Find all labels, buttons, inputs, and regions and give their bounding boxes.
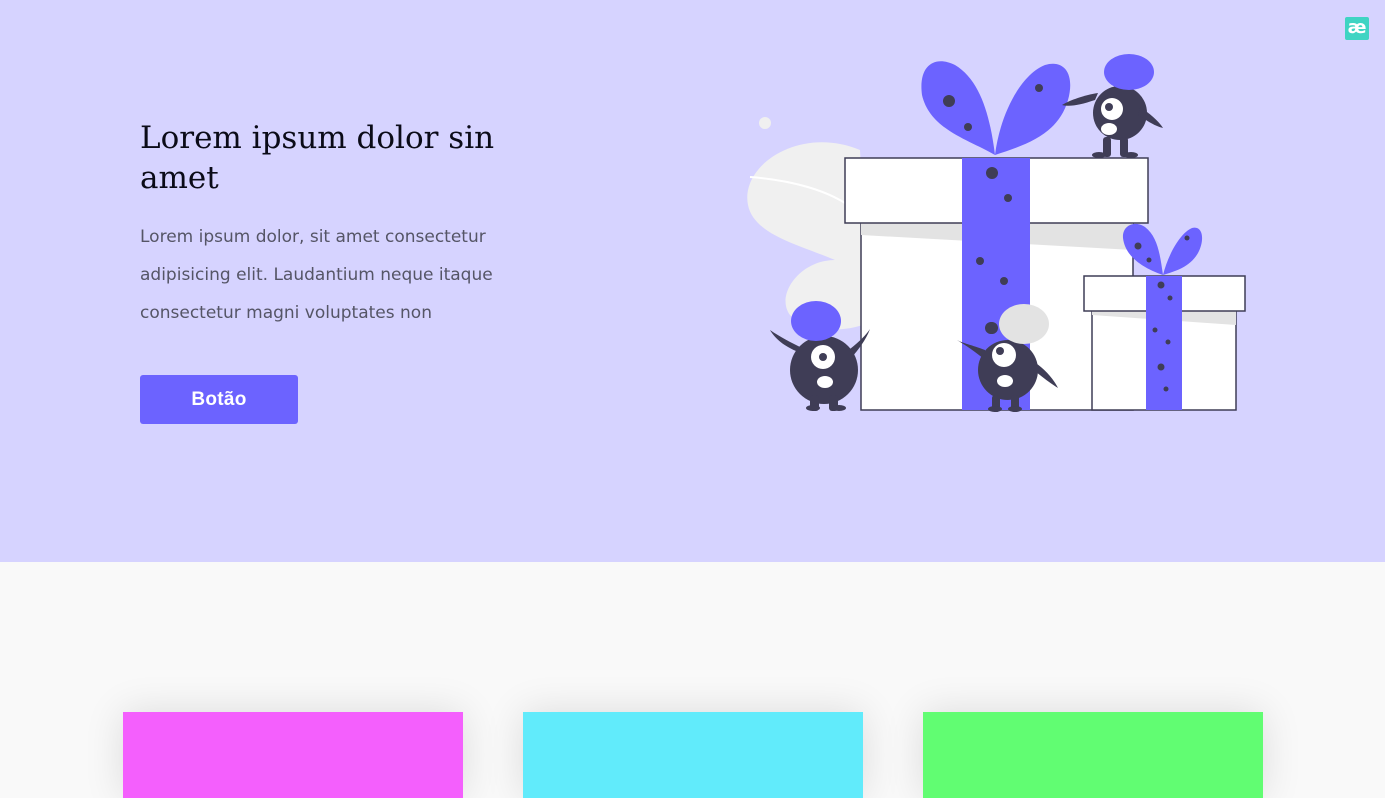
- feature-card-cyan[interactable]: [523, 712, 863, 798]
- feature-card-magenta[interactable]: [123, 712, 463, 798]
- brand-logo-icon[interactable]: æ: [1345, 17, 1369, 40]
- cards-section: [0, 562, 1385, 798]
- monster-top-right: [1062, 54, 1163, 158]
- hero-title: Lorem ipsum dolor sin amet: [140, 120, 495, 196]
- hero-text-block: Lorem ipsum dolor sin amet Lorem ipsum d…: [140, 118, 520, 332]
- feature-card-green[interactable]: [923, 712, 1263, 798]
- gift-boxes-illustration: [747, 54, 1246, 412]
- hero-description: Lorem ipsum dolor, sit amet consectetur …: [140, 227, 493, 323]
- hero-cta-button[interactable]: Botão: [140, 375, 298, 424]
- hero-section: Lorem ipsum dolor sin amet Lorem ipsum d…: [0, 0, 1385, 562]
